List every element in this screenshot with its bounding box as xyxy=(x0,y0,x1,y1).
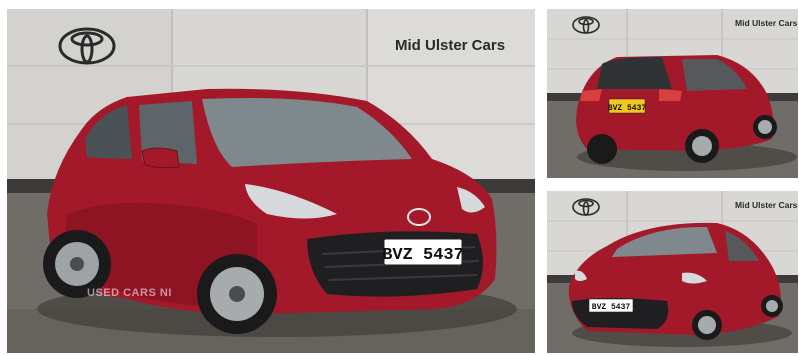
thumbnail-front-dealer-name: Mid Ulster Cars xyxy=(735,200,798,210)
thumbnail-rear-dealer-name: Mid Ulster Cars xyxy=(735,18,798,28)
thumbnail-front[interactable]: BVZ 5437 Mid Ulster Cars xyxy=(547,191,798,353)
main-dealer-name: Mid Ulster Cars xyxy=(395,37,506,54)
thumbnail-front-scene: BVZ 5437 xyxy=(547,191,798,353)
thumbnail-rear[interactable]: BVZ 5437 Mid Ulster Cars xyxy=(547,9,798,178)
main-plate-text: BVZ 5437 xyxy=(382,246,464,265)
thumbnail-rear-plate-text: BVZ 5437 xyxy=(608,104,647,113)
main-photo-scene: BVZ 5437 xyxy=(7,9,535,353)
thumbnail-front-plate-text: BVZ 5437 xyxy=(592,303,631,312)
main-watermark: USED CARS NI xyxy=(87,287,172,299)
thumbnail-rear-scene: BVZ 5437 xyxy=(547,9,798,178)
main-photo[interactable]: BVZ 5437 Mid Ulster Cars USED CARS NI xyxy=(7,9,535,353)
